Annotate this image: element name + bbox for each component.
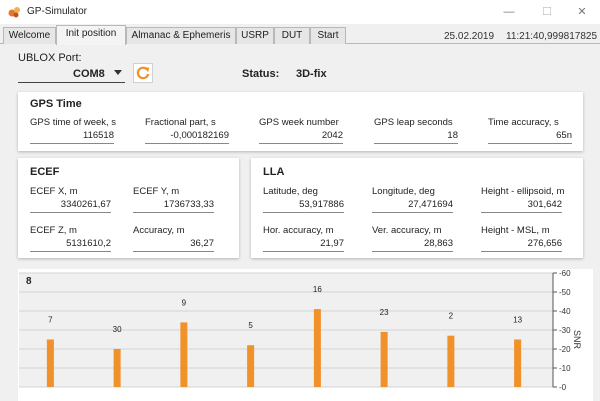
close-button[interactable]: ✕ [567, 0, 597, 24]
tab-init-position[interactable]: Init position [56, 25, 126, 45]
chart-title: 8 [26, 276, 32, 287]
refresh-button[interactable] [133, 63, 153, 83]
latitude-label: Latitude, deg [263, 186, 318, 197]
ecef-z-value: 5131610,2 [30, 238, 111, 252]
gps-time-title: GPS Time [30, 98, 82, 110]
gps-time-of-week-value: 116518 [30, 130, 114, 144]
snr-chart-svg: 8 SNR -0 -10 -20 -30 -40 -50 -60 7 30 9 5 16 23 2 13 [18, 269, 593, 401]
tab-dut[interactable]: DUT [274, 27, 310, 44]
title-bar: GP-Simulator — ☐ ✕ [0, 0, 600, 24]
clock-date: 25.02.2019 [444, 31, 495, 42]
minimize-button[interactable]: — [494, 0, 524, 24]
tab-usrp[interactable]: USRP [236, 27, 274, 44]
longitude-label: Longitude, deg [372, 186, 435, 197]
status-value: 3D-fix [296, 68, 327, 80]
y-axis-label: SNR [572, 330, 582, 350]
gps-time-card: GPS Time GPS time of week, s 116518 Frac… [18, 92, 583, 151]
ecef-x-label: ECEF X, m [30, 186, 78, 197]
gps-week-number-label: GPS week number [259, 117, 339, 128]
y-tick-label: -20 [559, 345, 571, 354]
hor-accuracy-value: 21,97 [263, 238, 344, 252]
bar-label: 23 [380, 308, 389, 317]
ver-accuracy-value: 28,863 [372, 238, 453, 252]
bar-label: 30 [113, 325, 122, 334]
gps-week-number-value: 2042 [259, 130, 343, 144]
snr-bar [380, 331, 388, 387]
ublox-port-value: COM8 [73, 68, 105, 80]
y-tick-label: -10 [559, 364, 571, 373]
snr-bar [113, 349, 121, 387]
tab-welcome[interactable]: Welcome [3, 27, 56, 44]
refresh-icon [136, 66, 150, 80]
y-tick-label: -50 [559, 288, 571, 297]
ecef-z-label: ECEF Z, m [30, 225, 77, 236]
longitude-value: 27,471694 [372, 199, 453, 213]
bar-label: 16 [313, 285, 322, 294]
bar-label: 7 [48, 316, 53, 325]
height-ellipsoid-value: 301,642 [481, 199, 562, 213]
ecef-accuracy-label: Accuracy, m [133, 225, 185, 236]
tab-start[interactable]: Start [310, 27, 346, 44]
bar-label: 9 [182, 298, 187, 307]
fractional-part-value: -0,000182169 [145, 130, 229, 144]
lla-title: LLA [263, 166, 285, 178]
snr-bar [313, 309, 321, 387]
lla-card: LLA Latitude, deg 53,917886 Longitude, d… [251, 158, 583, 258]
ecef-card: ECEF ECEF X, m 3340261,67 ECEF Y, m 1736… [18, 158, 239, 258]
bar-label: 5 [248, 321, 253, 330]
ecef-y-label: ECEF Y, m [133, 186, 180, 197]
snr-bar [514, 339, 522, 387]
tab-almanac-ephemeris[interactable]: Almanac & Ephemeris [126, 27, 236, 44]
clock-time: 11:21:40,999817825 [506, 31, 598, 42]
snr-bar [247, 345, 255, 387]
time-accuracy-value: 65n [488, 130, 572, 144]
height-msl-label: Height - MSL, m [481, 225, 550, 236]
y-tick-label: -40 [559, 307, 571, 316]
y-tick-label: -0 [559, 383, 567, 392]
time-accuracy-label: Time accuracy, s [488, 117, 559, 128]
latitude-value: 53,917886 [263, 199, 344, 213]
window-title: GP-Simulator [27, 6, 88, 17]
hor-accuracy-label: Hor. accuracy, m [263, 225, 334, 236]
app-icon [8, 7, 20, 18]
maximize-button[interactable]: ☐ [532, 0, 562, 24]
ecef-x-value: 3340261,67 [30, 199, 111, 213]
bar-label: 2 [449, 312, 454, 321]
gps-leap-seconds-label: GPS leap seconds [374, 117, 453, 128]
y-tick-label: -60 [559, 269, 571, 278]
height-ellipsoid-label: Height - ellipsoid, m [481, 186, 565, 197]
ecef-y-value: 1736733,33 [133, 199, 214, 213]
snr-bar [447, 335, 455, 387]
snr-bar [180, 322, 188, 387]
y-tick-label: -30 [559, 326, 571, 335]
ecef-accuracy-value: 36,27 [133, 238, 214, 252]
fractional-part-label: Fractional part, s [145, 117, 216, 128]
snr-chart: 8 SNR -0 -10 -20 -30 -40 -50 -60 7 30 9 5 16 23 2 13 [18, 269, 593, 401]
ecef-title: ECEF [30, 166, 60, 178]
gps-leap-seconds-value: 18 [374, 130, 458, 144]
status-label: Status: [242, 68, 280, 80]
gps-time-of-week-label: GPS time of week, s [30, 117, 117, 128]
ublox-port-select[interactable]: COM8 [18, 66, 125, 83]
ublox-port-label: UBLOX Port: [18, 52, 82, 64]
height-msl-value: 276,656 [481, 238, 562, 252]
snr-bar [46, 339, 54, 387]
ver-accuracy-label: Ver. accuracy, m [372, 225, 442, 236]
chevron-down-icon [114, 70, 122, 75]
bar-label: 13 [513, 316, 522, 325]
